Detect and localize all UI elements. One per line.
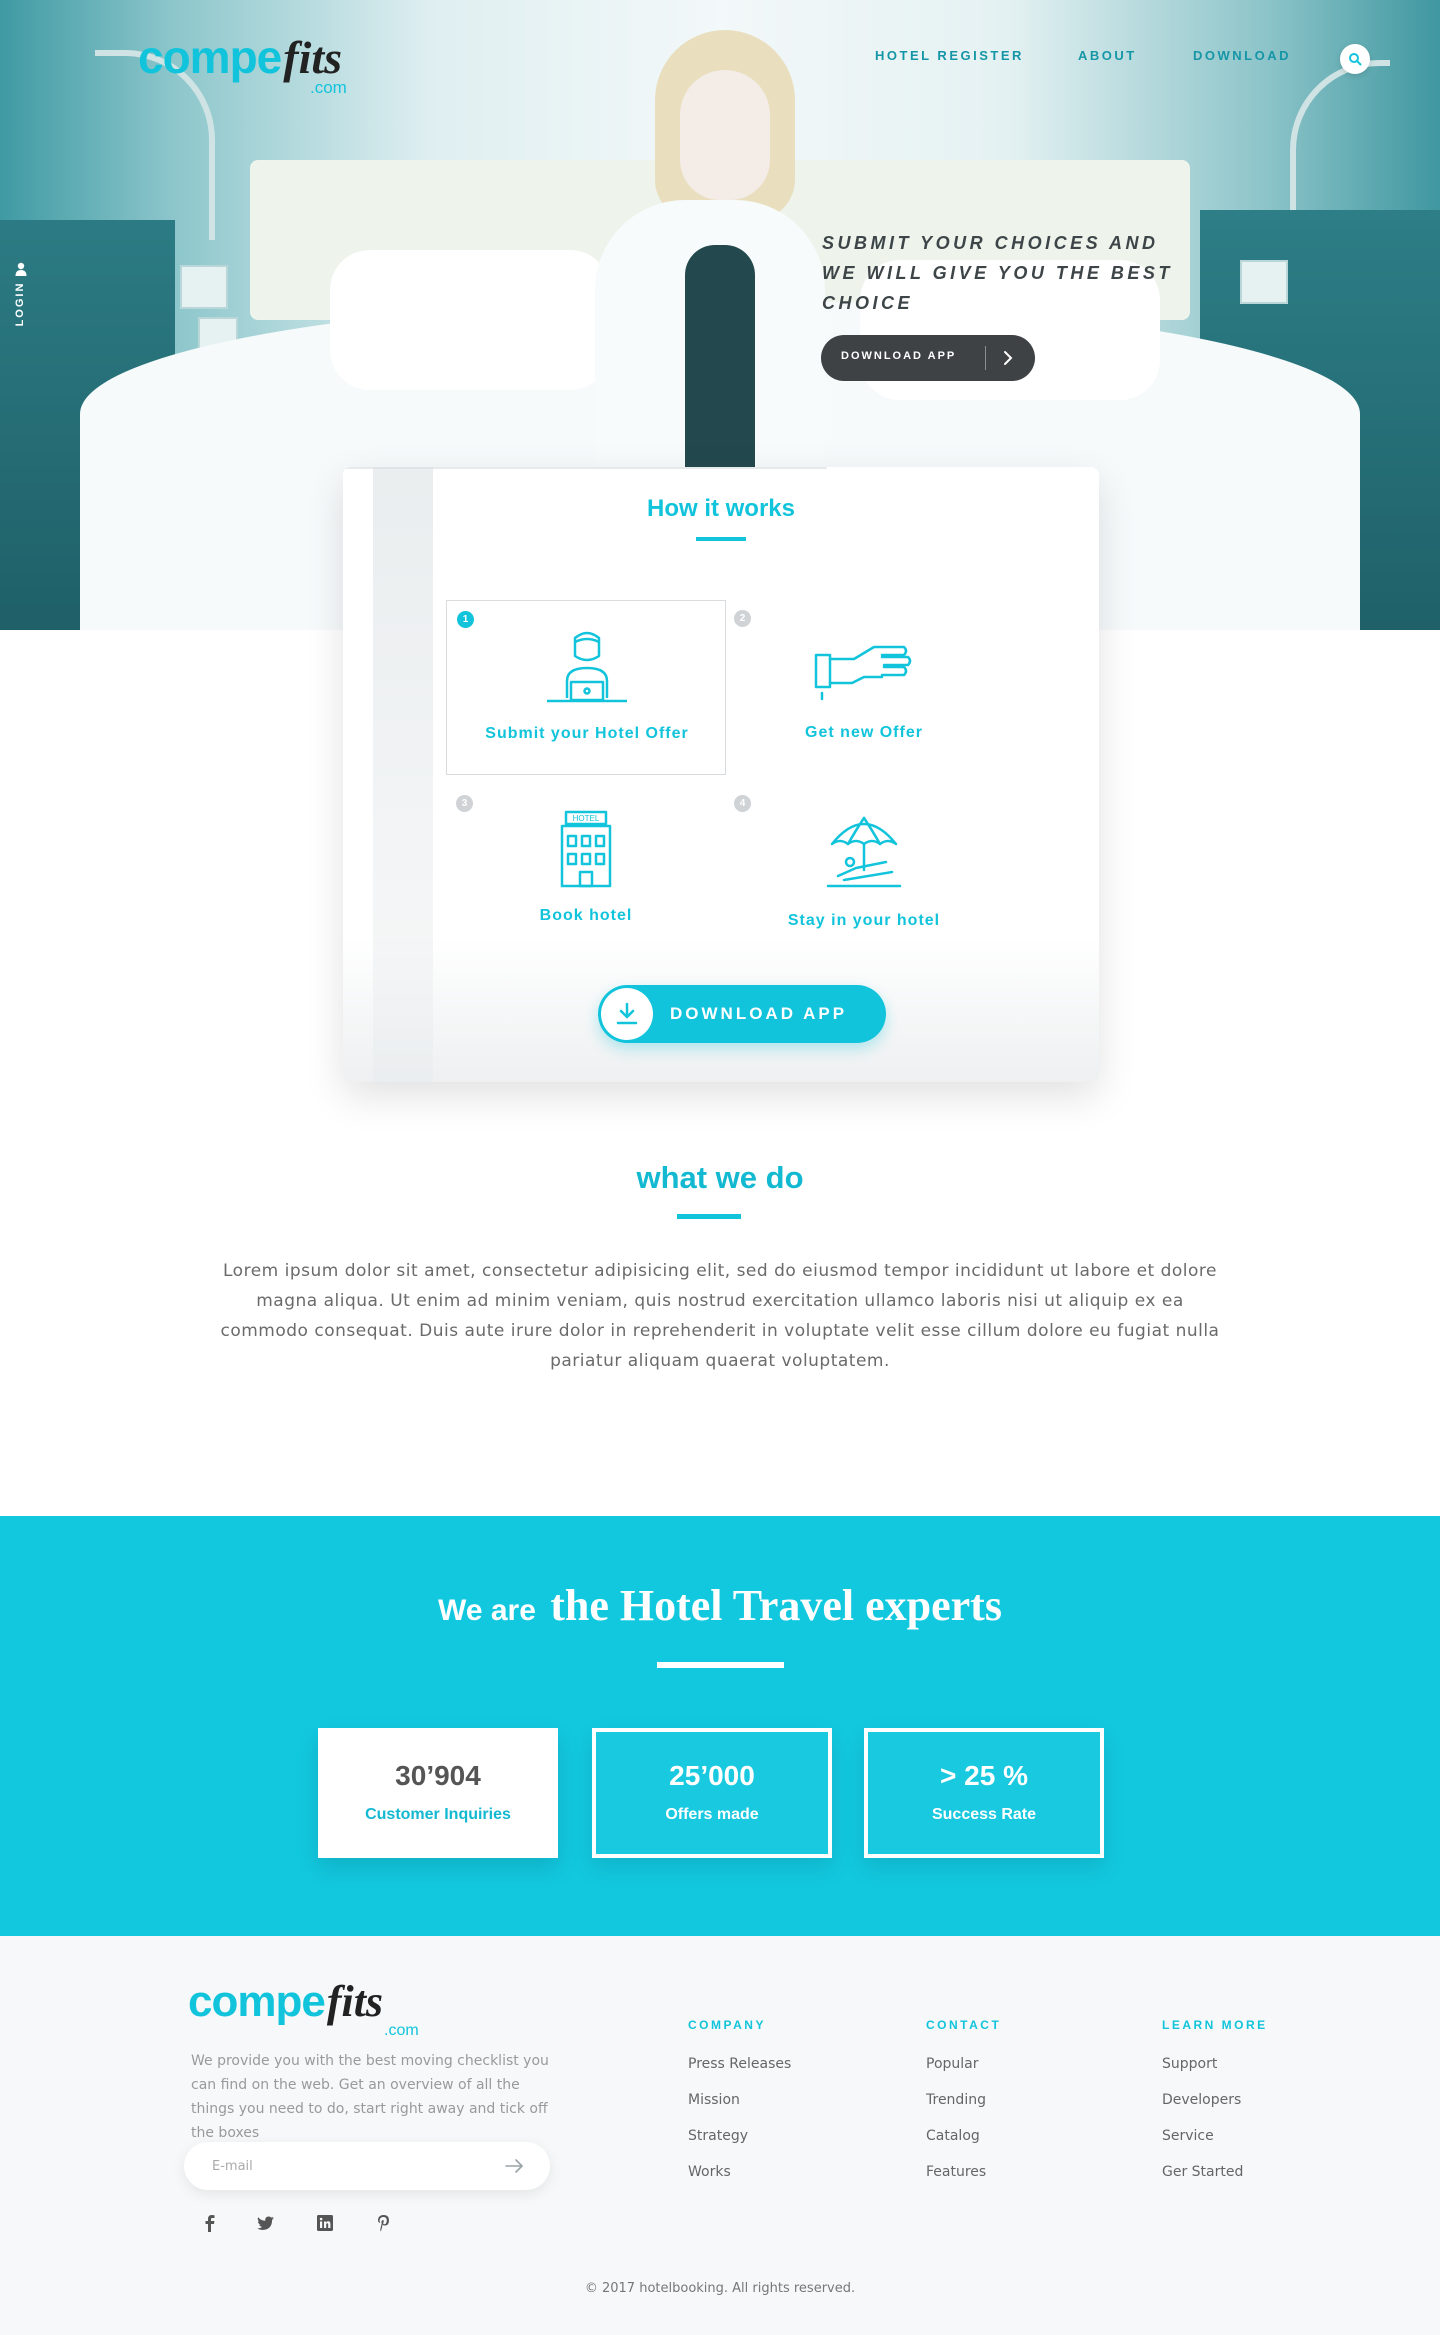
footer-column-company: COMPANY Press Releases Mission Strategy … (688, 2018, 888, 2190)
experts-title: We are the Hotel Travel experts (0, 1580, 1440, 1631)
search-button[interactable] (1340, 44, 1370, 74)
logo-text-secondary: fits (283, 32, 343, 83)
step-number: 2 (734, 610, 751, 627)
footer-link[interactable]: Mission (688, 2082, 888, 2118)
how-it-works-card: How it works 1 Submit your Hotel Offer 2… (343, 467, 1099, 1082)
email-field[interactable] (212, 2154, 492, 2178)
search-icon (1349, 53, 1362, 66)
light-switch (180, 265, 228, 309)
step-number: 4 (734, 795, 751, 812)
experts-title-main: the Hotel Travel experts (550, 1581, 1002, 1630)
footer-link[interactable]: Catalog (926, 2118, 1126, 2154)
button-divider (985, 346, 986, 370)
chevron-right-icon (1004, 351, 1013, 365)
footer-link[interactable]: Ger Started (1162, 2154, 1362, 2190)
site-logo[interactable]: compe fits .com (138, 30, 347, 97)
hotel-sign-text: HOTEL (573, 814, 600, 823)
logo-suffix: .com (384, 2022, 419, 2039)
pinterest-icon[interactable] (372, 2212, 394, 2234)
facebook-icon[interactable] (199, 2212, 221, 2234)
footer-link[interactable]: Works (688, 2154, 888, 2190)
title-underline (696, 537, 746, 541)
download-icon-circle (601, 988, 653, 1040)
footer-logo[interactable]: compe fits .com (188, 1976, 419, 2039)
stat-label: Success Rate (931, 1806, 1037, 1823)
stat-customer-inquiries: 30’904 Customer Inquiries (318, 1728, 558, 1858)
footer-link[interactable]: Popular (926, 2046, 1126, 2082)
stat-label: Customer Inquiries (365, 1806, 511, 1823)
hero-person-image (580, 30, 840, 500)
logo-text-primary: compe (138, 31, 282, 83)
stat-value: 30’904 (395, 1760, 481, 1791)
hero-person-face (680, 70, 770, 200)
card-download-label: DOWNLOAD APP (670, 1004, 848, 1023)
footer-link[interactable]: Developers (1162, 2082, 1362, 2118)
site-footer: compe fits .com We provide you with the … (0, 1936, 1440, 2335)
download-icon (616, 1002, 638, 1025)
footer-column-heading: COMPANY (688, 2018, 766, 2032)
hero-download-label: DOWNLOAD APP (841, 350, 957, 362)
nav-download[interactable]: DOWNLOAD (1193, 48, 1291, 63)
step-get-offer[interactable]: 2 Get new Offer (724, 600, 1004, 775)
step-label: Stay in your hotel (787, 912, 941, 929)
login-link[interactable]: LOGIN (10, 258, 32, 358)
step-label: Get new Offer (805, 724, 923, 741)
hero-person-top (685, 245, 755, 475)
beach-umbrella-icon (826, 816, 902, 888)
logo-text-secondary: fits (326, 1977, 384, 2026)
experts-title-prefix: We are (438, 1594, 536, 1627)
card-download-button[interactable]: DOWNLOAD APP (598, 985, 886, 1043)
step-number: 1 (457, 611, 474, 628)
footer-column-contact: CONTACT Popular Trending Catalog Feature… (926, 2018, 1126, 2190)
arrow-right-icon[interactable] (502, 2154, 526, 2178)
logo-text-primary: compe (188, 1977, 326, 2026)
logo-suffix: .com (310, 78, 347, 97)
nav-about[interactable]: ABOUT (1078, 48, 1137, 63)
copyright-text: © 2017 hotelbooking. All rights reserved… (584, 2281, 856, 2296)
hotel-building-icon: HOTEL (560, 810, 612, 888)
step-book-hotel[interactable]: 3 HOTEL Book hotel (446, 785, 726, 960)
what-we-do-text: Lorem ipsum dolor sit amet, consectetur … (220, 1261, 1220, 1371)
step-number: 3 (456, 795, 473, 812)
login-label: LOGIN (14, 281, 26, 327)
footer-link[interactable]: Support (1162, 2046, 1362, 2082)
footer-link[interactable]: Features (926, 2154, 1126, 2190)
stat-label: Offers made (665, 1806, 759, 1823)
hero-tagline: SUBMIT YOUR CHOICES AND WE WILL GIVE YOU… (822, 233, 1173, 313)
title-underline (657, 1662, 784, 1668)
light-switch (1240, 260, 1288, 304)
person-laptop-icon (547, 631, 627, 703)
newsletter-form (184, 2142, 550, 2190)
what-we-do-title: what we do (636, 1160, 804, 1195)
nav-hotel-register[interactable]: HOTEL REGISTER (875, 48, 1024, 63)
step-stay-hotel[interactable]: 4 Stay in your hotel (724, 785, 1004, 960)
stat-value: > 25 % (940, 1760, 1028, 1791)
twitter-icon[interactable] (254, 2212, 276, 2234)
footer-column-learn-more: LEARN MORE Support Developers Service Ge… (1162, 2018, 1362, 2190)
handshake-icon (814, 645, 912, 701)
stat-value: 25’000 (669, 1760, 755, 1791)
footer-link[interactable]: Strategy (688, 2118, 888, 2154)
step-submit-offer[interactable]: 1 Submit your Hotel Offer (446, 600, 726, 775)
linkedin-icon[interactable] (314, 2212, 336, 2234)
how-it-works-title: How it works (646, 495, 796, 522)
footer-column-heading: CONTACT (926, 2018, 1002, 2032)
footer-column-heading: LEARN MORE (1162, 2018, 1268, 2032)
stat-offers-made: 25’000 Offers made (592, 1728, 832, 1858)
footer-link[interactable]: Service (1162, 2118, 1362, 2154)
pillow (330, 250, 610, 390)
footer-link[interactable]: Trending (926, 2082, 1126, 2118)
footer-description: We provide you with the best moving chec… (191, 2053, 549, 2141)
experts-section: We are the Hotel Travel experts 30’904 C… (0, 1516, 1440, 1936)
hero-download-button[interactable]: DOWNLOAD APP (821, 335, 1035, 381)
title-underline (677, 1214, 741, 1219)
step-label: Book hotel (539, 907, 633, 924)
stat-success-rate: > 25 % Success Rate (864, 1728, 1104, 1858)
footer-link[interactable]: Press Releases (688, 2046, 888, 2082)
step-label: Submit your Hotel Offer (485, 725, 689, 742)
